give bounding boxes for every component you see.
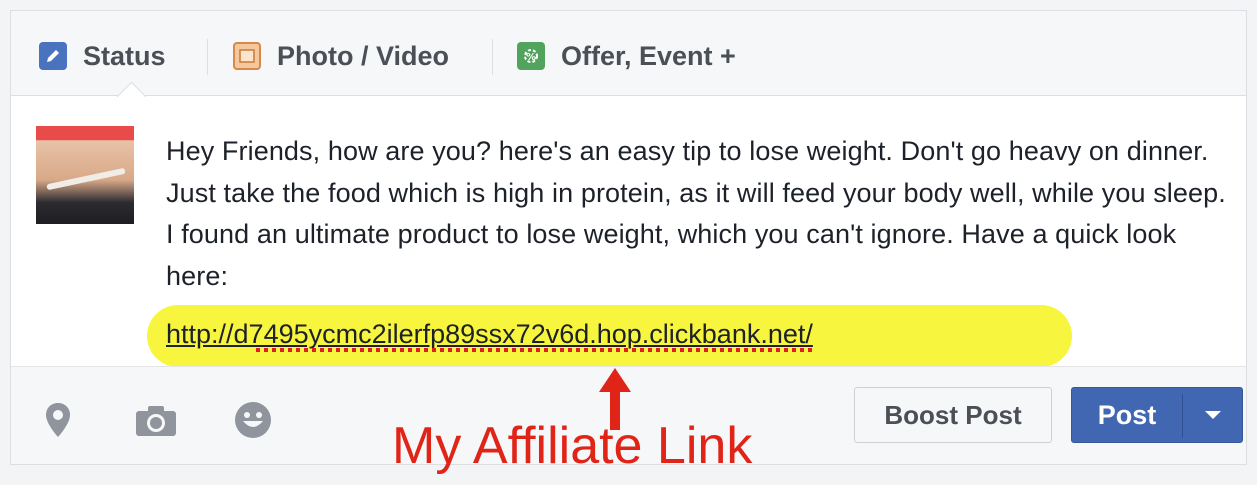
- emoji-icon[interactable]: [234, 401, 272, 444]
- photo-icon: [233, 42, 261, 70]
- annotation-label: My Affiliate Link: [392, 417, 753, 475]
- chevron-down-icon[interactable]: [1183, 388, 1243, 442]
- avatar-measuring-tape: [46, 167, 126, 191]
- pencil-icon: [39, 42, 67, 70]
- location-icon[interactable]: [45, 402, 71, 443]
- tab-status-label: Status: [83, 40, 166, 71]
- offer-icon: %: [517, 42, 545, 70]
- post-button[interactable]: Post: [1071, 387, 1243, 443]
- affiliate-link[interactable]: http://d7495ycmc2ilerfp89ssx72v6d.hop.cl…: [166, 314, 813, 356]
- tab-offer-event-label: Offer, Event +: [561, 40, 736, 71]
- avatar: [36, 126, 134, 224]
- tab-photo-video-label: Photo / Video: [277, 40, 450, 71]
- tab-separator: [207, 39, 208, 75]
- affiliate-link-text: http://d7495ycmc2ilerfp89ssx72v6d.hop.cl…: [166, 319, 813, 349]
- boost-post-button[interactable]: Boost Post: [854, 387, 1052, 443]
- composer-tabs: Status Photo / Video % Offer, Event +: [11, 11, 1246, 96]
- spellcheck-underline: [256, 347, 813, 352]
- tab-status[interactable]: Status: [39, 36, 166, 76]
- tab-photo-video[interactable]: Photo / Video: [233, 36, 449, 76]
- post-text[interactable]: Hey Friends, how are you? here's an easy…: [166, 131, 1226, 297]
- tab-offer-event[interactable]: % Offer, Event +: [517, 36, 736, 76]
- camera-icon[interactable]: [135, 405, 177, 442]
- tab-separator: [492, 39, 493, 75]
- post-button-label: Post: [1097, 399, 1157, 430]
- svg-text:%: %: [526, 52, 536, 63]
